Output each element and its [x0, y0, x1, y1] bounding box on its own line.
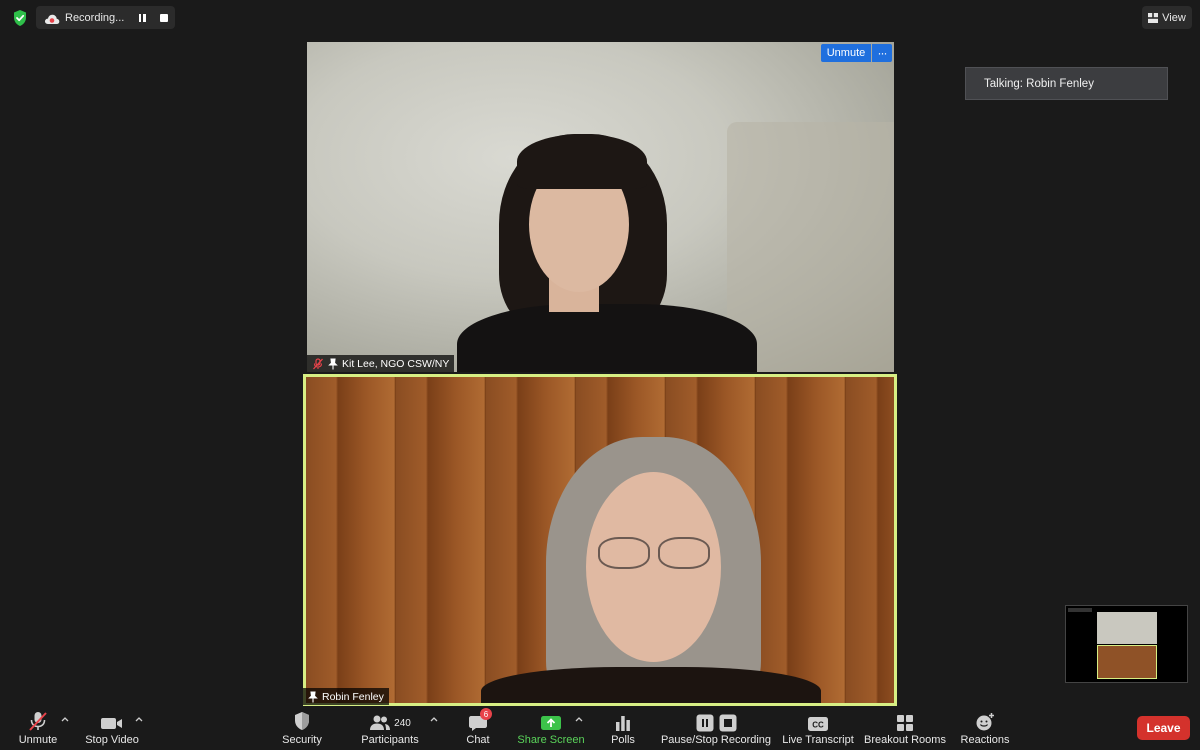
mic-muted-icon	[27, 706, 49, 732]
svg-text:CC: CC	[812, 721, 824, 730]
live-transcript-label: Live Transcript	[782, 734, 854, 746]
chat-label: Chat	[466, 734, 490, 746]
security-button[interactable]: Security	[278, 706, 326, 750]
unmute-button[interactable]: Unmute	[12, 706, 64, 750]
view-grid-icon	[1148, 12, 1159, 23]
participant-name-tag: Kit Lee, NGO CSW/NY	[307, 355, 455, 372]
stop-video-button[interactable]: Stop Video	[84, 706, 140, 750]
participant-name: Robin Fenley	[322, 690, 384, 703]
pause-icon[interactable]	[135, 11, 149, 25]
stop-icon	[719, 714, 736, 732]
participants-label: Participants	[361, 734, 419, 746]
video-tile-robin-fenley[interactable]	[303, 374, 897, 706]
share-screen-label: Share Screen	[517, 734, 585, 746]
share-screen-button[interactable]: Share Screen	[517, 706, 585, 750]
mini-tile-2	[1097, 645, 1157, 679]
caret-up-icon[interactable]	[135, 716, 143, 722]
recording-label: Recording...	[65, 11, 125, 24]
pin-icon	[328, 357, 338, 370]
stop-video-label: Stop Video	[85, 734, 139, 746]
pin-icon	[308, 690, 318, 703]
participants-count: 240	[394, 718, 411, 729]
shield-check-icon[interactable]	[10, 8, 30, 28]
live-transcript-button[interactable]: CC Live Transcript	[780, 706, 856, 750]
chat-button[interactable]: 6 Chat	[460, 706, 496, 750]
recording-controls-icon	[696, 706, 737, 732]
participants-icon	[370, 715, 391, 730]
meeting-toolbar: Unmute Stop Video Security 240 Participa…	[0, 706, 1200, 750]
recording-cloud-icon	[44, 12, 60, 24]
reactions-button[interactable]: Reactions	[958, 706, 1012, 750]
caret-up-icon[interactable]	[575, 716, 583, 722]
stop-icon[interactable]	[157, 11, 171, 25]
polls-icon	[614, 706, 632, 732]
view-label: View	[1162, 11, 1186, 24]
unmute-label: Unmute	[18, 734, 58, 746]
breakout-rooms-button[interactable]: Breakout Rooms	[864, 706, 946, 750]
video-tile-kit-lee[interactable]	[307, 42, 894, 372]
breakout-rooms-icon	[896, 706, 914, 732]
reactions-label: Reactions	[960, 734, 1010, 746]
polls-button[interactable]: Polls	[606, 706, 640, 750]
share-screen-icon	[540, 706, 562, 732]
talking-indicator: Talking: Robin Fenley	[965, 67, 1168, 100]
unmute-overlay-button[interactable]: Unmute	[821, 44, 871, 62]
minimized-video-preview[interactable]	[1065, 605, 1188, 683]
video-camera-icon	[100, 706, 124, 732]
closed-caption-icon: CC	[807, 706, 829, 732]
polls-label: Polls	[611, 734, 635, 746]
caret-up-icon[interactable]	[430, 716, 438, 722]
participant-name-tag: Robin Fenley	[303, 688, 389, 705]
breakout-rooms-label: Breakout Rooms	[864, 734, 946, 746]
participants-icon-wrap: 240	[369, 706, 411, 732]
participants-button[interactable]: 240 Participants	[358, 706, 422, 750]
pause-stop-recording-button[interactable]: Pause/Stop Recording	[660, 706, 772, 750]
mini-toolbar	[1068, 608, 1092, 612]
leave-button[interactable]: Leave	[1137, 716, 1190, 740]
reactions-icon	[975, 706, 995, 732]
security-shield-icon	[292, 706, 312, 732]
pause-stop-recording-label: Pause/Stop Recording	[660, 734, 772, 746]
recording-indicator: Recording...	[36, 6, 175, 29]
pause-icon	[696, 714, 713, 732]
caret-up-icon[interactable]	[61, 716, 69, 722]
participant-name: Kit Lee, NGO CSW/NY	[342, 357, 450, 370]
chat-badge: 6	[480, 708, 492, 720]
mic-muted-icon	[312, 357, 324, 370]
more-options-button[interactable]: ···	[872, 44, 892, 62]
view-button[interactable]: View	[1142, 6, 1192, 29]
mini-tile-1	[1097, 612, 1157, 644]
security-label: Security	[282, 734, 322, 746]
